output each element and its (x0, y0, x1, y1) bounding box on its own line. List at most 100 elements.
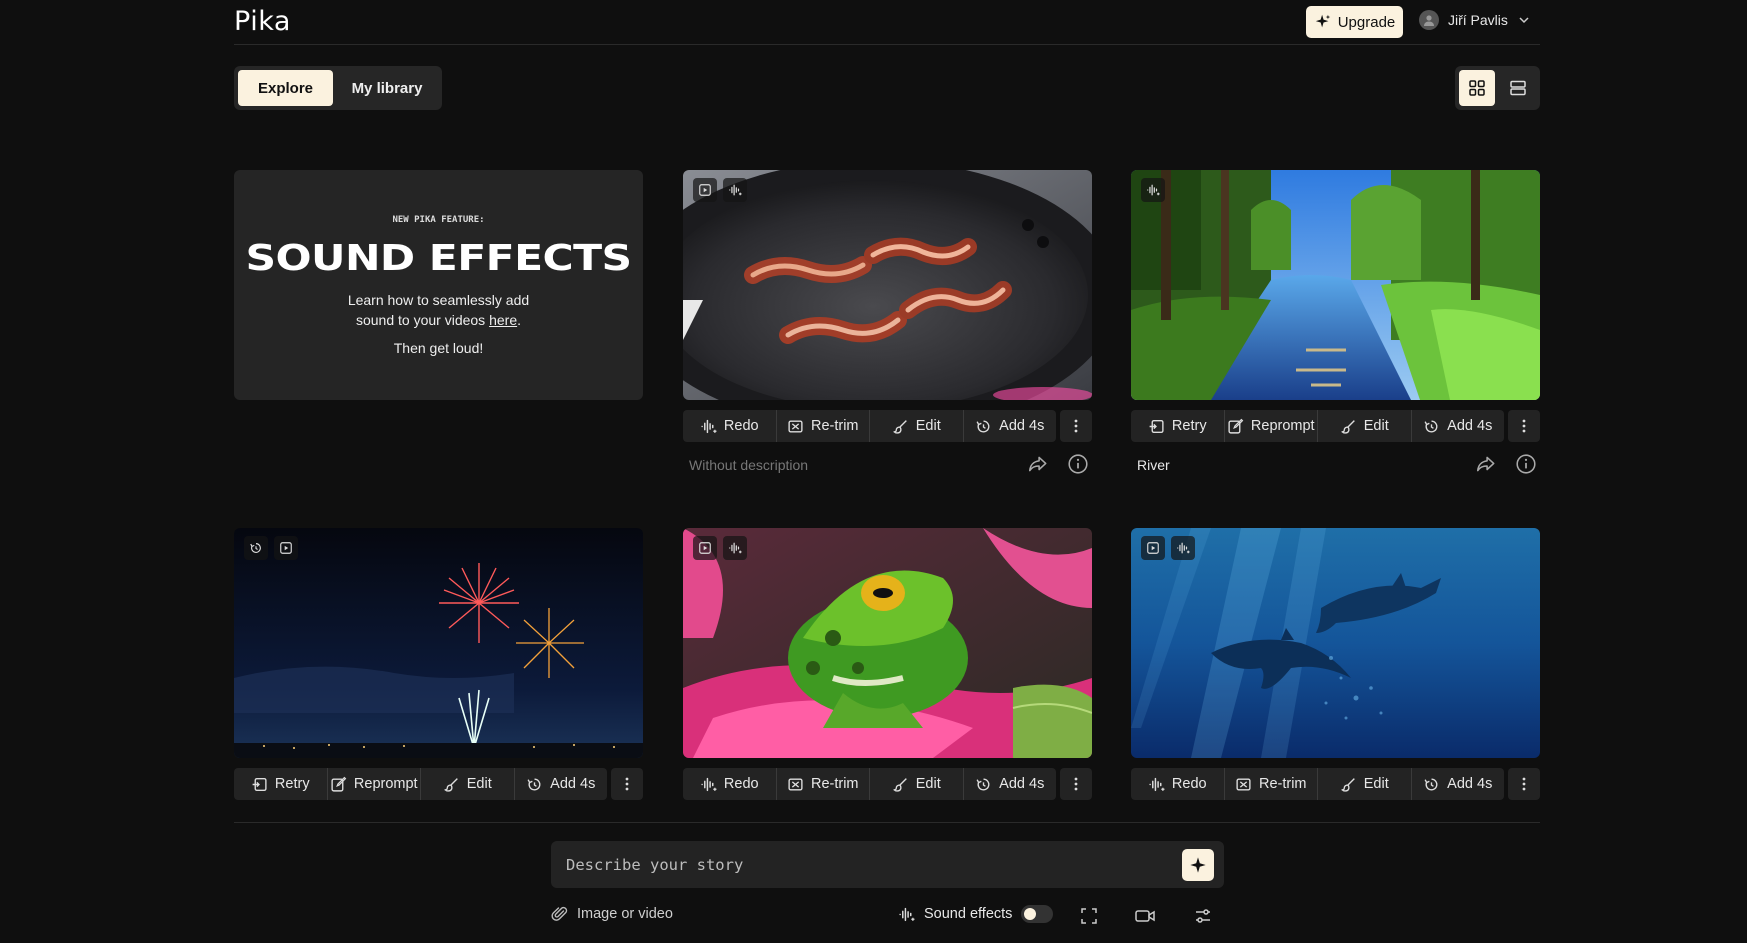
more-options-button[interactable] (1060, 410, 1092, 442)
video-thumbnail-dolphins[interactable] (1131, 528, 1540, 758)
share-icon[interactable] (1027, 453, 1049, 475)
edit-button[interactable]: Edit (1318, 410, 1412, 442)
badge (1141, 178, 1165, 202)
redo-button[interactable]: Redo (683, 768, 777, 800)
avatar (1419, 10, 1439, 30)
generate-button[interactable] (1182, 849, 1214, 881)
sound-wave-icon (1148, 776, 1165, 793)
sound-effects-label: Sound effects (924, 906, 1013, 922)
prompt-box (551, 841, 1224, 888)
more-options-button[interactable] (1508, 768, 1540, 800)
badge (274, 536, 298, 560)
card-actions: Redo Re-trim Edit Add 4s (683, 768, 1092, 800)
info-icon[interactable] (1515, 453, 1537, 475)
play-square-icon (1146, 541, 1160, 555)
sound-effects-control: Sound effects (898, 905, 1054, 923)
card-actions: Redo Re-trim Edit Add 4s (683, 410, 1092, 442)
retry-icon (1148, 418, 1165, 435)
action-label: Redo (723, 418, 759, 434)
action-group: Redo Re-trim Edit Add 4s (1131, 768, 1504, 800)
add-4s-button[interactable]: Add 4s (515, 768, 608, 800)
reprompt-button[interactable]: Reprompt (1225, 410, 1318, 442)
video-thumbnail-bacon[interactable] (683, 170, 1092, 400)
more-options-button[interactable] (1060, 768, 1092, 800)
sound-wave-icon (700, 418, 717, 435)
retrim-button[interactable]: Re-trim (777, 410, 870, 442)
retry-button[interactable]: Retry (234, 768, 328, 800)
user-menu[interactable]: Jiří Pavlis (1419, 10, 1531, 30)
paperclip-icon (551, 906, 568, 921)
trim-icon (787, 776, 804, 793)
grid-view-button[interactable] (1459, 70, 1495, 106)
edit-button[interactable]: Edit (870, 768, 964, 800)
promo-here-link[interactable]: here (489, 312, 517, 328)
retry-button[interactable]: Retry (1131, 410, 1225, 442)
meta-icons (1027, 453, 1089, 475)
video-thumbnail-fireworks[interactable] (234, 528, 643, 758)
promo-tagline: Then get loud! (393, 340, 484, 356)
user-icon (1424, 15, 1434, 26)
action-label: Add 4s (550, 776, 596, 792)
story-prompt-input[interactable] (566, 841, 1136, 888)
share-icon[interactable] (1475, 453, 1497, 475)
edit-button[interactable]: Edit (421, 768, 515, 800)
play-square-icon (698, 541, 712, 555)
video-thumbnail-river[interactable] (1131, 170, 1540, 400)
retrim-button[interactable]: Re-trim (1225, 768, 1318, 800)
view-toggle (1455, 66, 1540, 110)
add-4s-button[interactable]: Add 4s (1412, 410, 1505, 442)
action-label: Reprompt (353, 776, 418, 792)
add-4s-button[interactable]: Add 4s (964, 410, 1057, 442)
fireworks-image (234, 528, 643, 758)
upgrade-button[interactable]: Upgrade (1306, 6, 1403, 38)
info-icon[interactable] (1067, 453, 1089, 475)
edit-button[interactable]: Edit (870, 410, 964, 442)
aspect-ratio-icon[interactable] (1079, 906, 1099, 926)
sound-effects-toggle[interactable] (1021, 905, 1054, 923)
pika-logo[interactable]: Pika (234, 6, 291, 37)
settings-sliders-icon[interactable] (1193, 906, 1213, 926)
tab-my-library[interactable]: My library (337, 70, 437, 106)
action-label: Edit (915, 776, 941, 792)
tab-explore[interactable]: Explore (238, 70, 333, 106)
action-label: Re-trim (1258, 776, 1307, 792)
camera-icon[interactable] (1134, 906, 1156, 926)
dolphins-image (1131, 528, 1540, 758)
promo-title: SOUND EFFECTS (245, 238, 633, 279)
more-options-button[interactable] (611, 768, 643, 800)
sparkle-icon (1190, 857, 1206, 873)
sound-wave-icon (898, 906, 915, 923)
video-thumbnail-frog[interactable] (683, 528, 1092, 758)
more-options-button[interactable] (1508, 410, 1540, 442)
promo-body-line2: sound to your videos here. (234, 310, 643, 330)
action-group: Redo Re-trim Edit Add 4s (683, 768, 1056, 800)
timer-icon (526, 776, 543, 793)
promo-kicker: NEW PIKA FEATURE: (392, 215, 485, 225)
badge (244, 536, 268, 560)
attach-media-button[interactable]: Image or video (551, 905, 673, 923)
more-vertical-icon (1068, 418, 1084, 434)
action-label: Redo (723, 776, 759, 792)
video-description: River (1137, 457, 1170, 473)
action-label: Redo (1171, 776, 1207, 792)
frog-image (683, 528, 1092, 758)
action-label: Retry (1171, 418, 1207, 434)
trim-icon (787, 418, 804, 435)
retrim-button[interactable]: Re-trim (777, 768, 870, 800)
upgrade-label: Upgrade (1337, 13, 1396, 31)
add-4s-button[interactable]: Add 4s (1412, 768, 1505, 800)
top-header: Pika Upgrade Jiří Pavlis (234, 0, 1540, 45)
redo-button[interactable]: Redo (683, 410, 777, 442)
edit-button[interactable]: Edit (1318, 768, 1412, 800)
user-name: Jiří Pavlis (1448, 12, 1508, 28)
action-group: Retry Reprompt Edit Add 4s (1131, 410, 1504, 442)
list-view-button[interactable] (1501, 70, 1537, 106)
add-4s-button[interactable]: Add 4s (964, 768, 1057, 800)
sound-wave-icon (1146, 183, 1160, 197)
reprompt-button[interactable]: Reprompt (328, 768, 421, 800)
redo-button[interactable]: Redo (1131, 768, 1225, 800)
chevron-down-icon (1519, 17, 1529, 24)
sound-wave-icon (728, 183, 742, 197)
composer-toolbar: Image or video Sound effects (0, 905, 1747, 929)
grid-icon (1469, 80, 1485, 96)
